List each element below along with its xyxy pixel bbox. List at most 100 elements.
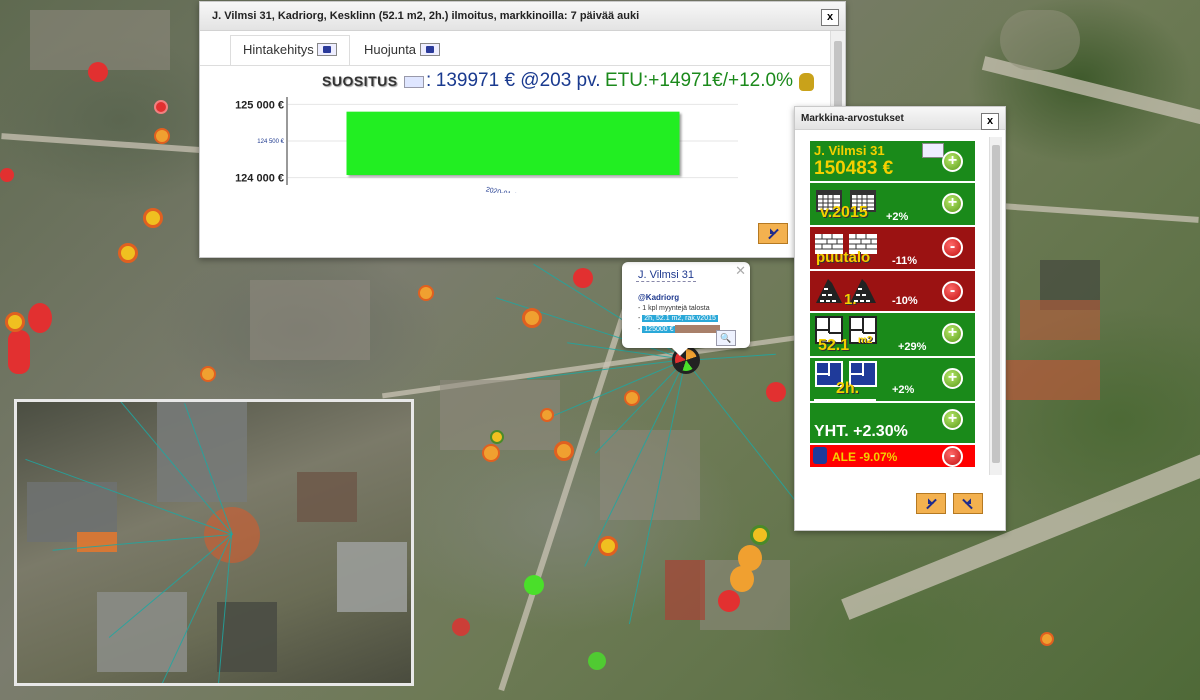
popup-sales-count: - 1 kpl myyntejä talosta: [638, 305, 710, 312]
minimize-icon[interactable]: [916, 493, 946, 514]
market-scrollbar-thumb[interactable]: [992, 145, 1000, 463]
market-close-button[interactable]: x: [981, 113, 999, 130]
building-icon: [816, 279, 842, 303]
expand-icon[interactable]: [953, 493, 983, 514]
chart-y-tick-label: 124 500 €: [257, 139, 284, 145]
market-valuation-panel: Markkina-arvostukset x J. Vilmsi 31 1504…: [794, 106, 1006, 531]
market-title: Markkina-arvostukset: [801, 113, 904, 124]
map-marker[interactable]: [588, 652, 606, 670]
tab-chart-icon: [420, 43, 440, 56]
add-button[interactable]: +: [942, 323, 963, 344]
popup-price-bar: [675, 325, 721, 333]
market-row-rooms: 2h. +2% +: [809, 357, 976, 402]
add-button[interactable]: +: [942, 151, 963, 172]
popup-price-badge: 125000 €: [642, 325, 676, 333]
map-marker[interactable]: [8, 330, 30, 374]
inset-map[interactable]: [14, 399, 414, 686]
market-price: 150483 €: [814, 158, 894, 179]
listing-content: Hintakehitys Huojunta SUOSITUS : 139971 …: [200, 31, 845, 256]
map-marker[interactable]: [750, 525, 770, 545]
chart-bars: [346, 111, 680, 175]
remove-button[interactable]: -: [942, 237, 963, 258]
chart-bar[interactable]: [346, 111, 680, 175]
market-row-floor: 1. -10% -: [809, 270, 976, 312]
remove-button[interactable]: -: [942, 281, 963, 302]
map-sports-field: [665, 560, 705, 620]
map-marker[interactable]: [5, 312, 25, 332]
total-divider: [814, 399, 876, 401]
market-scrollbar[interactable]: [989, 137, 1002, 475]
add-button[interactable]: +: [942, 368, 963, 389]
map-marker[interactable]: [718, 590, 740, 612]
rooms-pct: +2%: [892, 384, 915, 396]
listing-close-button[interactable]: x: [821, 9, 839, 26]
add-button[interactable]: +: [942, 193, 963, 214]
chart-y-tick-label: 124 000 €: [235, 173, 284, 185]
popup-size-badge: 2h, 52.1 m2, rak.v2015: [642, 315, 718, 322]
map-marker[interactable]: [143, 208, 163, 228]
market-total-row: YHT. +2.30% +: [809, 402, 976, 444]
money-bag-icon: [799, 72, 815, 91]
year-pct: +2%: [886, 211, 909, 223]
price-chart: 125 000 € 124 500 € 124 000 € 2020-01-13: [235, 97, 738, 193]
map-marker[interactable]: [88, 62, 108, 82]
tab-chart-icon: [317, 43, 337, 56]
map-marker[interactable]: [490, 430, 504, 444]
add-button[interactable]: +: [942, 409, 963, 430]
floor-pct: -10%: [892, 295, 918, 307]
year-label: v.2015: [820, 204, 868, 221]
map-marker[interactable]: [573, 268, 593, 288]
map-marker[interactable]: [598, 536, 618, 556]
listing-dialog: J. Vilmsi 31, Kadriorg, Kesklinn (52.1 m…: [199, 1, 846, 258]
zoom-icon[interactable]: 🔍: [716, 330, 736, 346]
map-marker[interactable]: [482, 444, 500, 462]
map-building: [250, 280, 370, 360]
map-building: [30, 10, 170, 70]
map-marker[interactable]: [1040, 632, 1054, 646]
listing-titlebar[interactable]: J. Vilmsi 31, Kadriorg, Kesklinn (52.1 m…: [200, 2, 845, 31]
minimize-icon[interactable]: [758, 223, 788, 244]
market-address: J. Vilmsi 31: [814, 143, 885, 158]
map-marker[interactable]: [154, 128, 170, 144]
map-marker[interactable]: [418, 285, 434, 301]
market-discount: ALE -9.07%: [832, 450, 898, 464]
map-marker[interactable]: [524, 575, 544, 595]
map-marker[interactable]: [154, 100, 168, 114]
chart-icon[interactable]: [922, 143, 944, 158]
magnifier-icon[interactable]: [404, 75, 425, 88]
inset-building: [337, 542, 407, 612]
tab-divider: [200, 65, 830, 66]
map-marker[interactable]: [730, 566, 754, 592]
tab-label: Hintakehitys: [243, 42, 314, 57]
map-marker[interactable]: [522, 308, 542, 328]
inset-building: [297, 472, 357, 522]
popup-size-line: - 2h, 52.1 m2, rak.v2015: [638, 315, 718, 322]
recommendation-label: SUOSITUS: [322, 73, 398, 89]
inset-building: [217, 602, 277, 672]
popup-title[interactable]: J. Vilmsi 31: [636, 269, 697, 282]
map-marker[interactable]: [554, 441, 574, 461]
map-marker[interactable]: [766, 382, 786, 402]
remove-button[interactable]: -: [942, 446, 963, 467]
tab-label: Huojunta: [364, 42, 417, 57]
market-titlebar[interactable]: Markkina-arvostukset x: [795, 107, 1005, 130]
property-popup: ✕ J. Vilmsi 31 @Kadriorg - 1 kpl myyntej…: [622, 262, 750, 356]
map-marker[interactable]: [28, 303, 52, 333]
map-marker[interactable]: [0, 168, 14, 182]
recommendation-dot: .: [595, 70, 601, 91]
market-discount-row: ALE -9.07% -: [809, 444, 976, 468]
map-marker[interactable]: [118, 243, 138, 263]
map-marker[interactable]: [452, 618, 470, 636]
material-label: puutalo: [816, 249, 871, 266]
area-label: 52.1: [818, 337, 850, 354]
map-connection-line: [685, 360, 810, 519]
recommendation-advantage: ETU:+14971€/+12.0%: [604, 70, 793, 91]
map-marker[interactable]: [624, 390, 640, 406]
map-marker[interactable]: [540, 408, 554, 422]
popup-close-icon[interactable]: ✕: [735, 263, 746, 279]
map-marker[interactable]: [200, 366, 216, 382]
tab-hintakehitys[interactable]: Hintakehitys: [230, 35, 350, 66]
rooms-label: 2h.: [836, 380, 860, 397]
tab-huojunta[interactable]: Huojunta: [351, 35, 451, 63]
market-address-row: J. Vilmsi 31 150483 € +: [809, 140, 976, 182]
